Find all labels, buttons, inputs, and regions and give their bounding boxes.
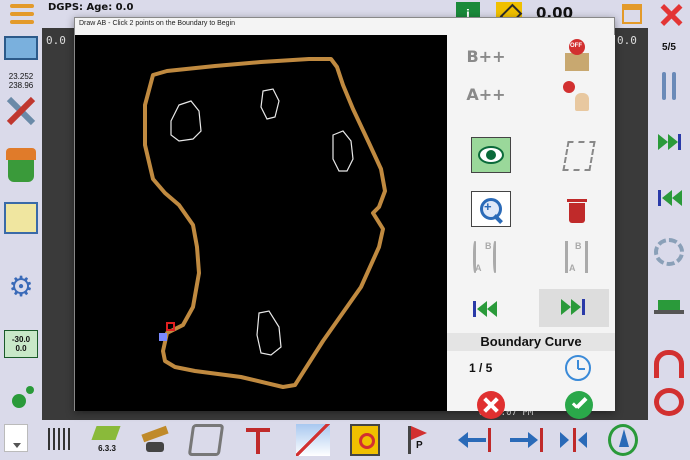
cancel-button[interactable] [477, 391, 505, 419]
zoom-in-button[interactable]: + [471, 191, 511, 227]
u-turn-icon[interactable] [654, 350, 684, 378]
snap-to-center-icon[interactable] [556, 424, 594, 456]
version-button[interactable]: 6.3.3 [91, 424, 122, 456]
window-maximize-icon[interactable] [622, 4, 642, 24]
display-settings-icon[interactable] [4, 36, 38, 60]
eye-icon [478, 146, 504, 164]
offset-value: -30.0 [11, 335, 31, 344]
a-plus-plus-label: A++ [466, 85, 506, 104]
next-line-icon[interactable] [539, 289, 609, 327]
settings-gear-icon[interactable]: ⚙ [4, 272, 38, 302]
island-3 [332, 130, 354, 172]
map-view-right [614, 28, 648, 420]
sections-icon[interactable] [46, 424, 72, 456]
guidance-lines-icon[interactable] [654, 72, 684, 100]
map-left-readout: 0.0 [46, 34, 66, 47]
b-plus-plus-label: B++ [466, 47, 506, 66]
dgps-status: DGPS: Age: 0.0 [48, 2, 134, 13]
flag-label: P [416, 440, 423, 451]
ok-button[interactable] [565, 391, 593, 419]
draw-ab-dialog: Draw AB - Click 2 points on the Boundary… [74, 17, 615, 419]
straight-ab-icon[interactable]: A B [555, 239, 597, 275]
steering-wheel-icon[interactable] [654, 388, 684, 416]
tools-icon[interactable] [4, 94, 38, 128]
shift-right-icon[interactable] [506, 424, 544, 456]
skip-next-icon[interactable] [654, 128, 684, 156]
cycle-lines-icon[interactable] [654, 238, 684, 266]
island-1 [170, 100, 202, 142]
map-view-left [42, 28, 74, 420]
auto-steer-icon[interactable] [350, 424, 380, 456]
straight-a-label: A [569, 263, 576, 273]
field-menu-icon[interactable] [4, 148, 38, 182]
boundary-outline[interactable] [143, 57, 387, 389]
show-hide-eye-button[interactable] [471, 137, 511, 173]
contour-icon[interactable] [296, 424, 330, 456]
dialog-title: Draw AB - Click 2 points on the Boundary… [79, 20, 236, 27]
page-count: 1 / 5 [469, 361, 493, 375]
shift-left-icon[interactable] [456, 424, 494, 456]
previous-line-icon[interactable] [465, 291, 507, 327]
offset-display[interactable]: -30.0 0.0 [4, 330, 38, 358]
offset-value-secondary: 0.0 [15, 344, 27, 353]
boundary-point-a[interactable] [159, 333, 167, 341]
clock-icon[interactable] [565, 355, 591, 381]
page-indicator: 5/5 [662, 42, 676, 53]
share-icon[interactable] [4, 386, 38, 410]
boundary-shape-icon[interactable] [557, 137, 599, 173]
latitude-value: 23.252 [8, 72, 34, 81]
compass-icon[interactable] [608, 424, 638, 456]
tool-panel: B++ OFF A++ + A B A B Boundary Curve 1 /… [447, 35, 615, 419]
close-app-icon[interactable] [660, 4, 682, 26]
coordinates-readout: 23.252 238.96 [4, 72, 38, 90]
map-right-readout: 0.0 [617, 34, 637, 47]
delete-point-icon[interactable] [555, 77, 597, 113]
implement-icon [91, 426, 121, 440]
dropdown-button[interactable] [4, 424, 28, 452]
straight-b-label: B [575, 241, 582, 251]
mode-label: Boundary Curve [447, 333, 615, 351]
bottom-toolbar: 6.3.3 P [0, 420, 690, 460]
off-label: OFF [570, 43, 582, 49]
tractor-icon[interactable] [654, 294, 684, 322]
curve-ab-icon[interactable]: A B [465, 239, 507, 275]
boundary-drawing [143, 57, 387, 389]
job-sheet-icon[interactable] [4, 202, 38, 234]
ab-line-icon[interactable] [242, 424, 276, 456]
right-toolbar: 5/5 [648, 28, 690, 420]
curve-a-label: A [475, 263, 482, 273]
boundary-off-icon[interactable]: OFF [555, 39, 597, 75]
menu-icon[interactable] [8, 2, 36, 26]
trash-icon[interactable] [557, 193, 599, 229]
curve-b-label: B [485, 241, 492, 251]
headland-icon[interactable] [187, 424, 225, 456]
b-plus-plus-button[interactable]: B++ [465, 39, 507, 75]
tool-implement-icon[interactable] [140, 424, 170, 456]
flag-icon[interactable]: P [404, 424, 430, 456]
left-toolbar: 23.252 238.96 ⚙ -30.0 0.0 [0, 28, 42, 420]
a-plus-plus-button[interactable]: A++ [465, 77, 507, 113]
island-4 [256, 310, 282, 356]
version-label: 6.3.3 [98, 444, 116, 453]
skip-previous-icon[interactable] [654, 184, 684, 212]
boundary-canvas[interactable] [75, 35, 447, 411]
zoom-plus-glyph: + [484, 199, 492, 214]
island-2 [260, 88, 280, 120]
longitude-value: 238.96 [8, 81, 34, 90]
